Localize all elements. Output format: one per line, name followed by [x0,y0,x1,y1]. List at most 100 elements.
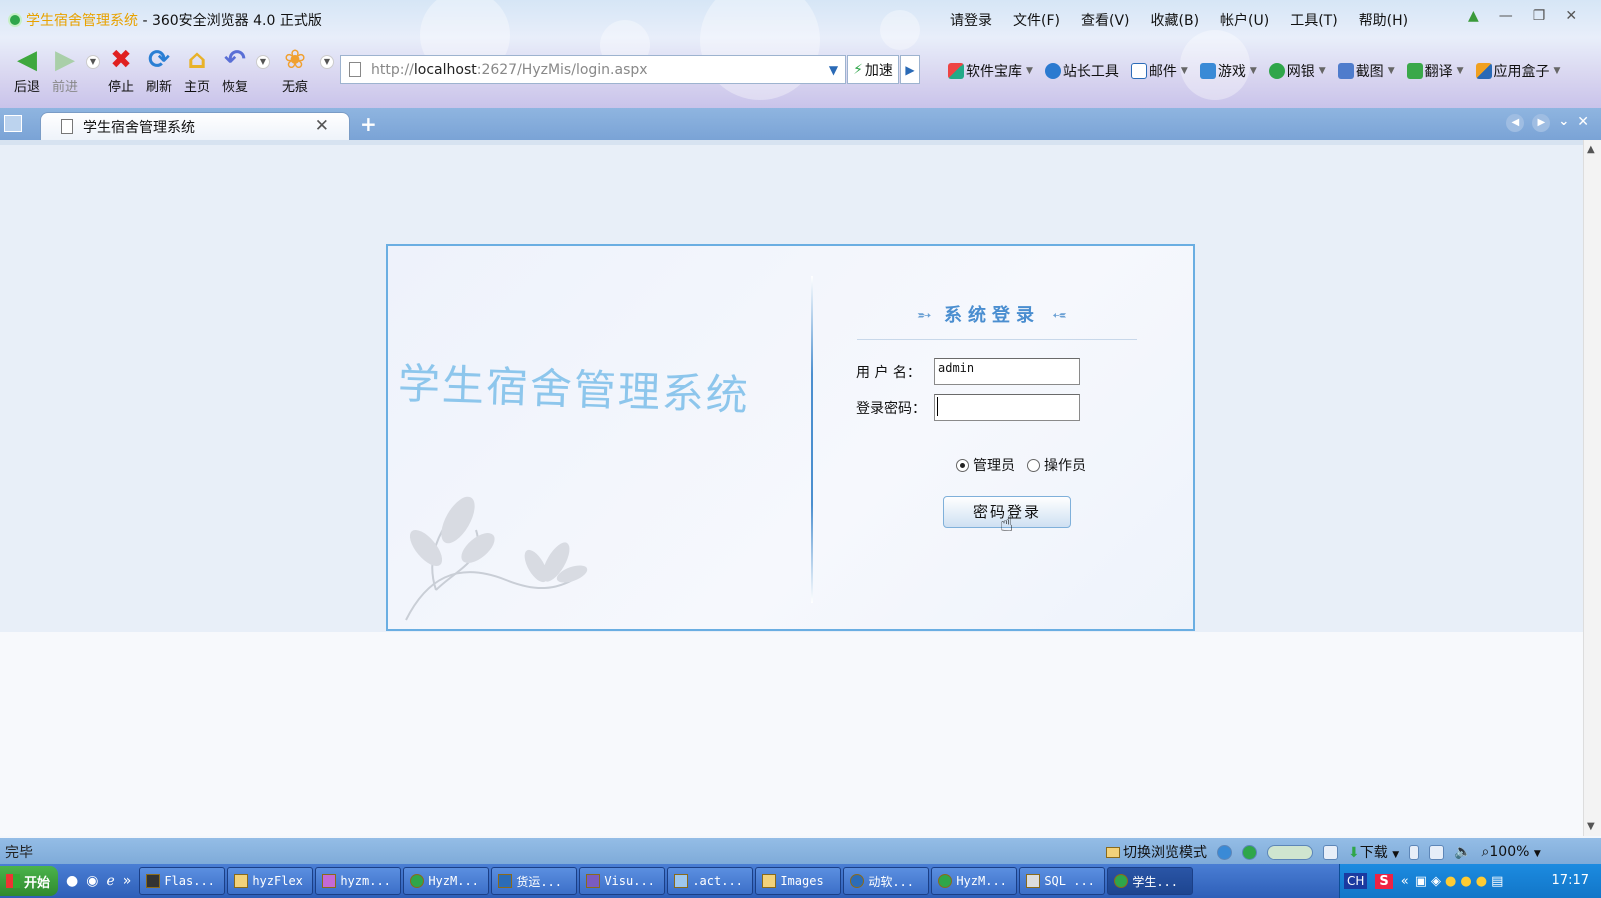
tool-webmaster[interactable]: 站长工具 [1044,61,1119,81]
browse-mode-button[interactable]: 切换浏览模式 [1106,842,1207,862]
paw-icon: ❀ [284,45,306,75]
tray-network-icon[interactable]: ▣ [1415,874,1427,889]
security-shield-icon[interactable] [1242,844,1257,860]
task-freight[interactable]: 货运... [491,867,578,895]
tool-translate[interactable]: 翻译 ▼ [1406,61,1464,81]
window-icon[interactable] [1429,844,1445,860]
menu-account[interactable]: 帐户(U) [1220,10,1269,30]
task-visual[interactable]: Visu... [579,867,666,895]
task-hyzflex[interactable]: hyzFlex [227,867,314,895]
incognito-dropdown[interactable]: ▼ [318,44,336,95]
address-dropdown[interactable]: ▼ [822,55,846,84]
skin-icon[interactable]: ▲ [1468,8,1479,24]
tool-mail[interactable]: 邮件 ▼ [1130,61,1188,81]
back-button[interactable]: ◀ 后退 [8,44,46,95]
password-input[interactable] [934,394,1080,421]
maximize-icon[interactable]: ❐ [1533,8,1546,24]
menu-help[interactable]: 帮助(H) [1359,10,1408,30]
page-icon [61,119,73,134]
tab-login[interactable]: 学生宿舍管理系统 ✕ [40,112,350,140]
tray-expand-icon[interactable]: « [1401,874,1409,889]
task-label: HyzM... [956,874,1007,888]
tab-list-chevron-icon[interactable]: ⌄ [1558,114,1569,132]
close-all-icon[interactable]: ✕ [1577,114,1589,132]
ime-indicator[interactable]: CH [1344,873,1368,889]
chevron-down-icon: ▼ [1533,849,1541,859]
address-bar[interactable]: http://localhost:2627/HyzMis/login.aspx [340,55,823,84]
new-tab-icon[interactable]: + [360,112,377,136]
role-operator-radio[interactable]: 操作员 [1027,455,1086,475]
scroll-down-icon[interactable]: ▼ [1587,821,1595,832]
chevron-down-icon: ▼ [1456,66,1464,76]
menu-login[interactable]: 请登录 [950,10,992,30]
tray-monitor-icon[interactable]: ▤ [1491,874,1503,889]
window-title-app: 360安全浏览器 4.0 正式版 [151,13,322,29]
tool-screenshot[interactable]: 截图 ▼ [1337,61,1395,81]
tool-games[interactable]: 游戏 ▼ [1199,61,1257,81]
close-window-icon[interactable]: ✕ [1565,8,1577,24]
home-button[interactable]: ⌂ 主页 [178,44,216,95]
tray-qq-icon[interactable]: ● [1476,874,1487,889]
restore-button[interactable]: ↶ 恢复 [216,44,254,95]
tool-bank[interactable]: 网银 ▼ [1268,61,1326,81]
username-input[interactable]: admin [934,358,1080,385]
task-hyzm-1[interactable]: hyzm... [315,867,402,895]
tool-appbox[interactable]: 应用盒子 ▼ [1475,61,1560,81]
task-label: hyzFlex [252,874,303,888]
tools-bar: 软件宝库 ▼ 站长工具 邮件 ▼ 游戏 ▼ 网银 ▼ 截图 ▼ 翻译 ▼ 应用盒子 ▼ [948,61,1572,81]
menu-tools[interactable]: 工具(T) [1290,10,1337,30]
app-box-icon [1475,63,1492,79]
tray-volume-icon[interactable]: ◈ [1431,874,1441,889]
minimize-icon[interactable]: — [1499,8,1513,24]
scroll-up-icon[interactable]: ▲ [1587,144,1595,155]
menu-file[interactable]: 文件(F) [1013,10,1060,30]
role-admin-radio[interactable]: 管理员 [956,455,1015,475]
phone-icon[interactable] [1409,844,1420,860]
task-hyzm-3[interactable]: HyzM... [931,867,1018,895]
task-flash[interactable]: Flas... [139,867,226,895]
back-arrow-icon: ◀ [17,45,37,75]
close-tab-icon[interactable]: ✕ [315,116,329,136]
task-images[interactable]: Images [755,867,842,895]
sogou-icon[interactable]: S [1375,873,1393,889]
sidebar-toggle-icon[interactable] [4,115,22,132]
vertical-scrollbar[interactable]: ▲ ▼ [1583,140,1601,836]
history-dropdown[interactable]: ▼ [84,44,102,95]
zoom-control[interactable]: ⌕100% ▼ [1482,844,1541,860]
task-hyzm-2[interactable]: HyzM... [403,867,490,895]
speaker-icon[interactable]: 🔈 [1454,844,1471,860]
forward-button[interactable]: ▶ 前进 [46,44,84,95]
task-dongruan[interactable]: 动软... [843,867,930,895]
task-student[interactable]: 学生... [1107,867,1194,895]
start-button[interactable]: 开始 [0,866,59,896]
tool-software-label: 软件宝库 [966,64,1022,80]
scroll-right-icon[interactable]: ▶ [1532,114,1551,132]
tray-qq-icon[interactable]: ● [1445,874,1456,889]
tool-software[interactable]: 软件宝库 ▼ [948,61,1033,81]
task-label: SQL ... [1044,874,1095,888]
ie-icon[interactable] [1217,844,1232,860]
status-text: 完毕 [5,845,33,861]
calculator-icon[interactable] [1323,844,1338,860]
quicklaunch-ie-icon[interactable]: ℯ [106,873,114,889]
bank-icon [1268,63,1285,79]
menu-view[interactable]: 查看(V) [1081,10,1130,30]
go-button[interactable]: ▶ [900,55,920,84]
scroll-left-icon[interactable]: ◀ [1506,114,1525,132]
toggle-icon[interactable] [1267,844,1313,860]
incognito-button[interactable]: ❀ 无痕 [272,44,318,95]
undo-icon: ↶ [224,45,246,75]
refresh-button[interactable]: ⟳ 刷新 [140,44,178,95]
quicklaunch-more-icon[interactable]: » [123,873,132,889]
restore-dropdown[interactable]: ▼ [254,44,272,95]
stop-button[interactable]: ✖ 停止 [102,44,140,95]
quicklaunch-qq-icon[interactable]: ● [66,873,78,889]
quicklaunch-browser-icon[interactable]: ◉ [86,873,98,889]
tray-qq-icon[interactable]: ● [1460,874,1471,889]
task-act[interactable]: .act... [667,867,754,895]
download-button[interactable]: ⬇下载 ▼ [1348,842,1399,862]
menu-favorites[interactable]: 收藏(B) [1151,10,1200,30]
accelerate-button[interactable]: ⚡ 加速 [847,55,899,84]
taskbar: 开始 ● ◉ ℯ » Flas... hyzFlex hyzm... HyzM.… [0,864,1601,898]
task-sql[interactable]: SQL ... [1019,867,1106,895]
